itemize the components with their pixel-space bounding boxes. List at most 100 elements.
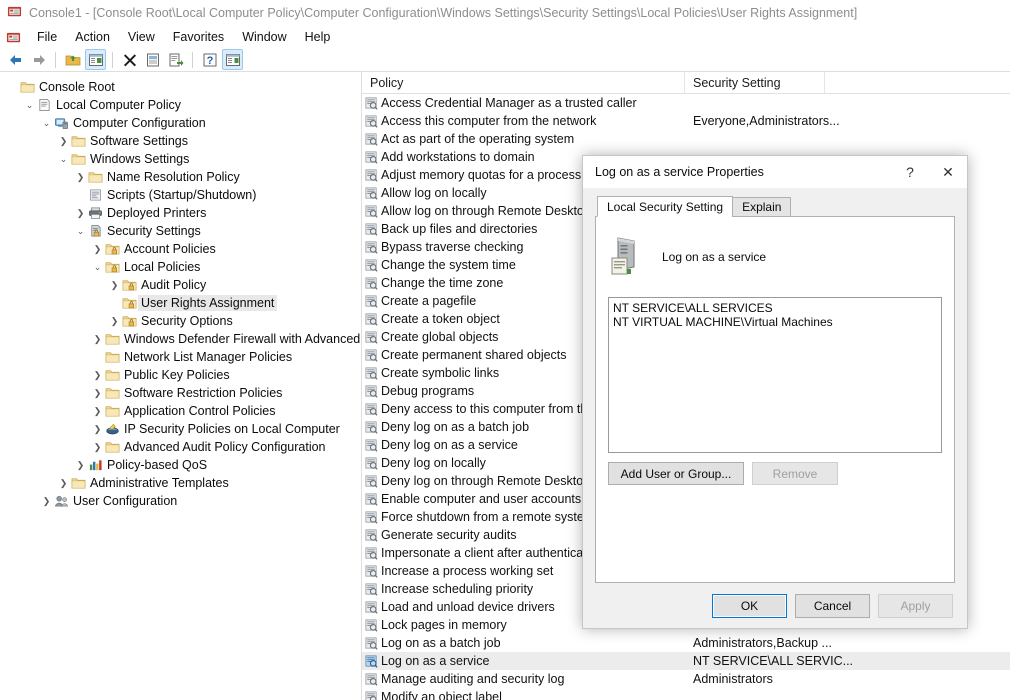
list-item[interactable]: NT SERVICE\ALL SERVICES <box>613 301 937 315</box>
menu-item-window[interactable]: Window <box>233 28 295 46</box>
policy-item-icon <box>362 600 381 614</box>
tree-node-account-policies[interactable]: ❯ Account Policies <box>0 240 361 258</box>
tree-node-computer-configuration[interactable]: ⌄ Computer Configuration <box>0 114 361 132</box>
table-row[interactable]: Manage auditing and security log Administ… <box>362 670 1010 688</box>
tree-node-advanced-audit-policy-configuration[interactable]: ❯ Advanced Audit Policy Configuration <box>0 438 361 456</box>
table-row[interactable]: Access this computer from the network Eve… <box>362 112 1010 130</box>
menu-item-favorites[interactable]: Favorites <box>164 28 233 46</box>
chevron-right-icon[interactable]: ❯ <box>108 316 121 327</box>
export-list-icon[interactable] <box>165 49 186 70</box>
tree-node-user-rights-assignment[interactable]: User Rights Assignment <box>0 294 361 312</box>
properties-icon[interactable] <box>142 49 163 70</box>
tree-node-administrative-templates[interactable]: ❯ Administrative Templates <box>0 474 361 492</box>
chevron-right-icon[interactable]: ❯ <box>91 388 104 399</box>
show-hide-tree-icon[interactable] <box>85 49 106 70</box>
chevron-right-icon[interactable]: ❯ <box>57 136 70 147</box>
chevron-down-icon[interactable]: ⌄ <box>74 226 87 237</box>
table-row[interactable]: Act as part of the operating system <box>362 130 1010 148</box>
chevron-down-icon[interactable]: ⌄ <box>91 262 104 273</box>
tree-node-network-list-manager-policies[interactable]: Network List Manager Policies <box>0 348 361 366</box>
table-row[interactable]: Log on as a batch job Administrators,Back… <box>362 634 1010 652</box>
policy-name-label: Access Credential Manager as a trusted c… <box>381 96 637 110</box>
chevron-right-icon[interactable]: ❯ <box>91 442 104 453</box>
navigation-tree[interactable]: Console Root ⌄ Local Computer Policy ⌄ Compu… <box>0 72 362 700</box>
tree-node-label: Network List Manager Policies <box>124 350 293 364</box>
chevron-down-icon[interactable]: ⌄ <box>57 154 70 165</box>
assigned-accounts-list[interactable]: NT SERVICE\ALL SERVICES NT VIRTUAL MACHIN… <box>608 297 942 453</box>
tree-node-public-key-policies[interactable]: ❯ Public Key Policies <box>0 366 361 384</box>
folder-icon <box>104 404 121 418</box>
policy-item-icon <box>362 96 381 110</box>
policy-item-icon <box>362 114 381 128</box>
user-config-icon <box>53 494 70 508</box>
tree-node-deployed-printers[interactable]: ❯ Deployed Printers <box>0 204 361 222</box>
tree-node-local-policies[interactable]: ⌄ Local Policies <box>0 258 361 276</box>
content-area: Console Root ⌄ Local Computer Policy ⌄ Compu… <box>0 72 1010 700</box>
delete-icon[interactable] <box>119 49 140 70</box>
tree-node-console-root[interactable]: Console Root <box>0 78 361 96</box>
back-arrow-icon[interactable] <box>5 49 26 70</box>
column-header-security-setting[interactable]: Security Setting <box>685 72 825 94</box>
close-icon[interactable]: ✕ <box>929 156 967 188</box>
tree-node-windows-defender-firewall-with-advanced-security[interactable]: ❯ Windows Defender Firewall with Advanced… <box>0 330 361 348</box>
chevron-right-icon[interactable]: ❯ <box>91 244 104 255</box>
chevron-right-icon[interactable]: ❯ <box>74 172 87 183</box>
policy-item-icon <box>362 510 381 524</box>
tree-node-local-computer-policy[interactable]: ⌄ Local Computer Policy <box>0 96 361 114</box>
chevron-right-icon[interactable]: ❯ <box>40 496 53 507</box>
tree-node-policy-based-qos[interactable]: ❯ Policy-based QoS <box>0 456 361 474</box>
policy-name-label: Lock pages in memory <box>381 618 507 632</box>
add-user-or-group-button[interactable]: Add User or Group... <box>608 462 744 485</box>
chevron-down-icon[interactable]: ⌄ <box>40 118 53 129</box>
policy-name-cell: Access Credential Manager as a trusted c… <box>362 96 685 110</box>
help-question-icon[interactable]: ? <box>891 156 929 188</box>
menu-item-file[interactable]: File <box>28 28 66 46</box>
up-folder-icon[interactable] <box>62 49 83 70</box>
tree-node-name-resolution-policy[interactable]: ❯ Name Resolution Policy <box>0 168 361 186</box>
policy-name-label: Load and unload device drivers <box>381 600 555 614</box>
table-row[interactable]: Log on as a service NT SERVICE\ALL SERVIC… <box>362 652 1010 670</box>
tree-node-security-options[interactable]: ❯ Security Options <box>0 312 361 330</box>
chevron-right-icon[interactable]: ❯ <box>91 424 104 435</box>
toolbar-separator-2 <box>112 51 113 68</box>
tab-local-security-setting[interactable]: Local Security Setting <box>597 196 734 217</box>
chevron-right-icon[interactable]: ❯ <box>91 370 104 381</box>
chevron-down-icon[interactable]: ⌄ <box>23 100 36 111</box>
title-bar: Console1 - [Console Root\Local Computer … <box>0 0 1010 26</box>
table-row[interactable]: Modify an object label <box>362 688 1010 700</box>
cancel-button[interactable]: Cancel <box>795 594 870 618</box>
tree-node-application-control-policies[interactable]: ❯ Application Control Policies <box>0 402 361 420</box>
tree-node-software-settings[interactable]: ❯ Software Settings <box>0 132 361 150</box>
column-header-policy[interactable]: Policy ⌃ <box>362 72 685 94</box>
tree-node-label: Console Root <box>39 80 115 94</box>
menu-item-action[interactable]: Action <box>66 28 119 46</box>
tree-node-audit-policy[interactable]: ❯ Audit Policy <box>0 276 361 294</box>
tree-node-security-settings[interactable]: ⌄ Security Settings <box>0 222 361 240</box>
tab-explain[interactable]: Explain <box>732 197 792 217</box>
tree-node-windows-settings[interactable]: ⌄ Windows Settings <box>0 150 361 168</box>
tree-node-scripts-startup-shutdown[interactable]: Scripts (Startup/Shutdown) <box>0 186 361 204</box>
chevron-right-icon[interactable]: ❯ <box>74 460 87 471</box>
policy-item-icon <box>362 258 381 272</box>
chevron-right-icon[interactable]: ❯ <box>57 478 70 489</box>
policy-name-label: Access this computer from the network <box>381 114 597 128</box>
menu-item-help[interactable]: Help <box>296 28 340 46</box>
table-row[interactable]: Access Credential Manager as a trusted c… <box>362 94 1010 112</box>
tree-node-ip-security-policies-on-local-computer[interactable]: ❯ IP Security Policies on Local Computer <box>0 420 361 438</box>
ok-button[interactable]: OK <box>712 594 787 618</box>
tree-node-label: Software Settings <box>90 134 188 148</box>
chevron-right-icon[interactable]: ❯ <box>74 208 87 219</box>
menu-item-view[interactable]: View <box>119 28 164 46</box>
tree-node-label: Windows Settings <box>90 152 190 166</box>
tree-node-software-restriction-policies[interactable]: ❯ Software Restriction Policies <box>0 384 361 402</box>
chevron-right-icon[interactable]: ❯ <box>91 406 104 417</box>
chevron-right-icon[interactable]: ❯ <box>108 280 121 291</box>
policy-name-label: Act as part of the operating system <box>381 132 575 146</box>
list-item[interactable]: NT VIRTUAL MACHINE\Virtual Machines <box>613 315 937 329</box>
new-window-icon[interactable] <box>222 49 243 70</box>
help-icon[interactable]: ? <box>199 49 220 70</box>
lock-folder-icon <box>121 278 138 292</box>
tree-node-user-configuration[interactable]: ❯ User Configuration <box>0 492 361 510</box>
chevron-right-icon[interactable]: ❯ <box>91 334 104 345</box>
forward-arrow-icon[interactable] <box>28 49 49 70</box>
